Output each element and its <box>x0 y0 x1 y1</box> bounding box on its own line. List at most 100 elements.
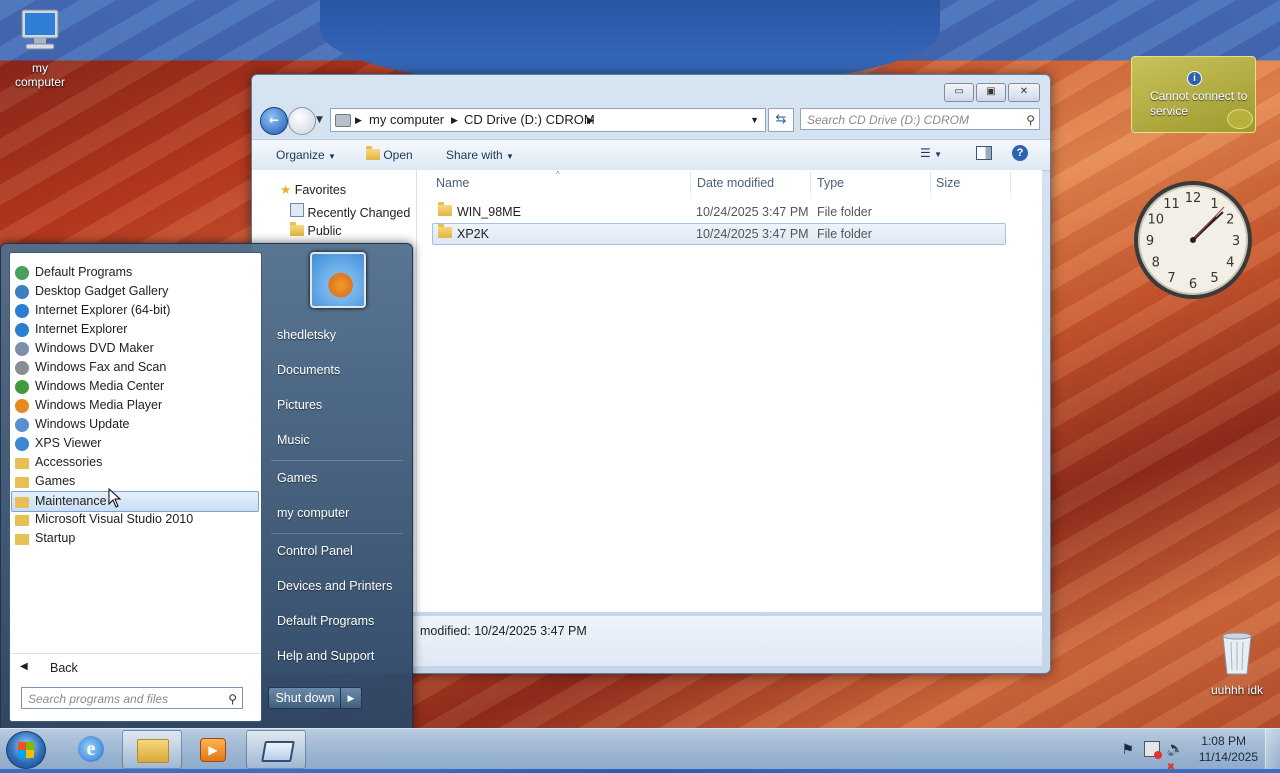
program-item[interactable]: Internet Explorer (64-bit) <box>12 301 258 320</box>
program-item[interactable]: Games <box>12 472 258 491</box>
preview-pane-icon <box>976 146 992 160</box>
weather-gadget[interactable]: i Cannot connect to service <box>1131 56 1256 133</box>
public-label: Public <box>307 224 342 238</box>
sort-arrow-icon: ^ <box>556 170 560 179</box>
windows-update-icon <box>15 418 29 432</box>
program-item[interactable]: Windows Update <box>12 415 258 434</box>
breadcrumb-separator[interactable]: ▶ <box>587 109 594 131</box>
program-item[interactable]: Windows Media Center <box>12 377 258 396</box>
column-separator[interactable] <box>810 172 811 194</box>
view-options-button[interactable]: ☰ ▼ <box>920 146 942 160</box>
program-item[interactable]: Microsoft Visual Studio 2010 <box>12 510 258 529</box>
taskbar-app-window[interactable] <box>246 730 306 769</box>
search-input[interactable]: Search CD Drive (D:) CDROM ⚲ <box>800 108 1040 130</box>
shutdown-options-button[interactable]: ▶ <box>340 687 362 709</box>
folder-icon <box>137 739 169 763</box>
triangle-left-icon: ◀ <box>20 661 28 672</box>
share-with-button[interactable]: Share with ▼ <box>446 148 514 162</box>
clock-date[interactable]: 11/14/2025 <box>1199 750 1258 764</box>
program-item[interactable]: Startup <box>12 529 258 548</box>
link-help-support[interactable]: Help and Support <box>277 649 374 663</box>
breadcrumb-cd-drive[interactable]: CD Drive (D:) CDROM <box>464 109 595 131</box>
breadcrumb-my-computer[interactable]: my computer <box>369 109 444 131</box>
column-header-name[interactable]: Name <box>436 176 469 190</box>
program-item[interactable]: XPS Viewer <box>12 434 258 453</box>
column-header-size[interactable]: Size <box>936 176 960 190</box>
program-label: XPS Viewer <box>35 436 102 450</box>
breadcrumb-separator[interactable]: ▶ <box>355 109 362 131</box>
shutdown-button[interactable]: Shut down <box>268 687 342 709</box>
help-button[interactable]: ? <box>1012 145 1028 161</box>
link-devices-printers[interactable]: Devices and Printers <box>277 579 392 593</box>
taskbar-media-player[interactable]: ▶ <box>184 730 242 767</box>
preview-pane-button[interactable] <box>976 146 992 163</box>
start-search-input[interactable]: Search programs and files ⚲ <box>21 687 243 709</box>
address-dropdown-icon[interactable]: ▼ <box>750 109 759 131</box>
folder-icon <box>15 515 29 526</box>
search-icon: ⚲ <box>228 692 237 706</box>
clock-time[interactable]: 1:08 PM <box>1201 734 1246 748</box>
forward-button[interactable] <box>288 107 316 135</box>
column-separator[interactable] <box>690 172 691 194</box>
info-icon: i <box>1187 71 1202 86</box>
programs-list: Default Programs Desktop Gadget Gallery In… <box>9 252 262 722</box>
nav-public[interactable]: Public <box>290 222 342 238</box>
column-separator[interactable] <box>930 172 931 194</box>
start-button[interactable] <box>6 731 46 769</box>
folder-icon <box>15 534 29 545</box>
desktop-icon-my-computer[interactable]: my computer <box>0 8 80 89</box>
program-item[interactable]: Windows DVD Maker <box>12 339 258 358</box>
program-item[interactable]: Accessories <box>12 453 258 472</box>
link-games[interactable]: Games <box>277 471 317 485</box>
nav-favorites[interactable]: ★ Favorites <box>280 182 346 197</box>
program-item[interactable]: Windows Media Player <box>12 396 258 415</box>
link-my-computer[interactable]: my computer <box>277 506 349 520</box>
program-item[interactable]: Windows Fax and Scan <box>12 358 258 377</box>
open-button[interactable]: Open <box>366 146 413 162</box>
nav-recently-changed[interactable]: Recently Changed <box>290 203 410 220</box>
program-item[interactable]: Maintenance <box>11 491 259 512</box>
show-desktop-button[interactable] <box>1265 729 1280 769</box>
program-item[interactable]: Default Programs <box>12 263 258 282</box>
close-button[interactable]: ✕ <box>1008 83 1040 102</box>
refresh-button[interactable]: ⇆ <box>768 108 794 132</box>
taskbar-internet-explorer[interactable]: e <box>62 730 120 767</box>
refresh-icon: ⇆ <box>775 112 787 127</box>
volume-muted-icon[interactable]: 🔈✖ <box>1167 740 1184 773</box>
network-icon[interactable] <box>1144 741 1162 759</box>
link-control-panel[interactable]: Control Panel <box>277 544 353 558</box>
organize-button[interactable]: Organize ▼ <box>276 148 336 162</box>
column-header-date[interactable]: Date modified <box>697 176 774 190</box>
link-default-programs[interactable]: Default Programs <box>277 614 374 628</box>
file-row-xp2k[interactable]: XP2K 10/24/2025 3:47 PM File folder <box>432 223 1006 245</box>
back-button[interactable]: ◀ Back <box>10 653 261 682</box>
breadcrumb-separator[interactable]: ▶ <box>451 109 458 131</box>
recycle-bin-icon <box>1197 630 1277 679</box>
clock-number: 4 <box>1226 256 1234 271</box>
minimize-button[interactable]: ▭ <box>944 83 974 102</box>
link-pictures[interactable]: Pictures <box>277 398 322 412</box>
program-item[interactable]: Desktop Gadget Gallery <box>12 282 258 301</box>
link-documents[interactable]: Documents <box>277 363 340 377</box>
column-header-type[interactable]: Type <box>817 176 844 190</box>
program-label: Windows DVD Maker <box>35 341 154 355</box>
column-separator[interactable] <box>1010 172 1011 194</box>
window-icon <box>261 741 295 762</box>
start-menu: Default Programs Desktop Gadget Gallery In… <box>0 243 413 729</box>
maximize-button[interactable]: ▣ <box>976 83 1006 102</box>
program-item[interactable]: Internet Explorer <box>12 320 258 339</box>
clock-number: 3 <box>1232 234 1240 249</box>
action-center-flag-icon[interactable]: ⚑ <box>1121 741 1134 758</box>
link-user[interactable]: shedletsky <box>277 328 336 342</box>
address-bar[interactable]: ▶ my computer ▶ CD Drive (D:) CDROM ▶ ▼ <box>330 108 766 132</box>
link-music[interactable]: Music <box>277 433 310 447</box>
file-row-win98me[interactable]: WIN_98ME 10/24/2025 3:47 PM File folder <box>432 202 1004 222</box>
view-list-icon: ☰ <box>920 146 931 160</box>
taskbar-explorer[interactable] <box>122 730 182 769</box>
desktop-icon-recycle-bin[interactable]: uuhhh idk <box>1197 630 1277 697</box>
back-button[interactable]: ← <box>260 107 288 135</box>
recent-pages-dropdown[interactable]: ▼ <box>316 115 323 125</box>
clock-gadget[interactable]: 12 1 2 3 4 5 6 7 8 9 10 11 <box>1132 179 1254 301</box>
user-avatar[interactable] <box>310 252 366 308</box>
internet-explorer-icon <box>15 323 29 337</box>
